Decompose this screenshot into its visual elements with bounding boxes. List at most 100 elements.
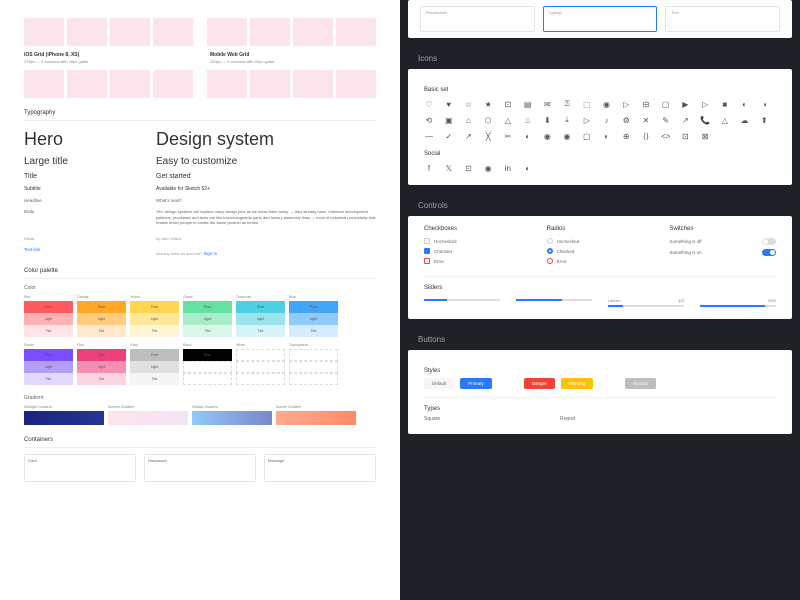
- button-warning[interactable]: Warning: [561, 378, 594, 389]
- icon-0: ♡: [424, 99, 434, 109]
- gradient-midnight-gradient: Midnight Gradient: [24, 405, 104, 425]
- grid-preview-top: [24, 18, 376, 46]
- switches-column: Switches Something is off Something is o…: [669, 226, 776, 268]
- swatch-transparent: Transparent: [289, 343, 338, 385]
- type-hero-label: Hero: [24, 129, 144, 150]
- checkbox-checked-label: Checked: [434, 249, 452, 254]
- icon-15: ■: [720, 99, 730, 109]
- left-spec-column: iOS Grid (iPhone 8, XS) 375px — 4 column…: [0, 0, 400, 600]
- icon-47: ⟨⟩: [641, 131, 651, 141]
- type-link-prompt: Already have an account?: [156, 251, 202, 256]
- slider-2[interactable]: [516, 299, 592, 301]
- button-type-round: Round: [560, 416, 575, 422]
- icon-39: ╳: [483, 131, 493, 141]
- swatch-yellow: YellowPureLightTint: [130, 295, 179, 337]
- radio-error-label: Error: [557, 259, 567, 264]
- type-large-example: Easy to customize: [156, 156, 376, 167]
- grid-label-mobile: Mobile Web Grid: [210, 52, 376, 58]
- icon-44: ▢: [582, 131, 592, 141]
- icons-heading: Icons: [400, 50, 800, 69]
- icon-29: ✕: [641, 115, 651, 125]
- checkbox-checked-icon[interactable]: [424, 248, 430, 254]
- checkboxes-column: Checkboxes Unchecked Checked Error: [424, 226, 531, 268]
- radios-heading: Radios: [547, 226, 654, 232]
- radio-unchecked-icon[interactable]: [547, 238, 553, 244]
- button-neutral[interactable]: Neutral: [625, 378, 656, 389]
- icon-grid: ♡♥☆★⊡▤✉⍰⬚◉▷⊟▢▶▷■◐◑⟲▣⌂⬡△♨⬇⤓▷♪⚙✕✎↗📞△☁⬆—✓↗╳…: [424, 99, 776, 141]
- checkboxes-heading: Checkboxes: [424, 226, 531, 232]
- icons-panel: Icons Basic set ♡♥☆★⊡▤✉⍰⬚◉▷⊟▢▶▷■◐◑⟲▣⌂⬡△♨…: [400, 50, 800, 185]
- buttons-heading: Buttons: [400, 331, 800, 350]
- type-large-label: Large title: [24, 156, 144, 167]
- slider-value-2: $259: [768, 299, 776, 303]
- icon-5: ▤: [523, 99, 533, 109]
- radios-column: Radios Unchecked Checked Error: [547, 226, 654, 268]
- icon-14: ▷: [700, 99, 710, 109]
- swatch-green: GreenPureLightTint: [183, 295, 232, 337]
- input-text[interactable]: Text: [665, 6, 780, 32]
- grid-label-ios: iOS Grid (iPhone 8, XS): [24, 52, 190, 58]
- button-default[interactable]: Default: [424, 378, 454, 389]
- icon-42: ◉: [542, 131, 552, 141]
- gradient-sunset-gradient: Sunset Gradient: [276, 405, 356, 425]
- right-spec-column: Placeholder Typing| Text Icons Basic set…: [400, 0, 800, 600]
- type-body-label: Body: [24, 209, 144, 226]
- radio-unchecked-label: Unchecked: [557, 239, 580, 244]
- switch-on-toggle[interactable]: [762, 249, 776, 256]
- icon-3: ★: [483, 99, 493, 109]
- input-placeholder[interactable]: Placeholder: [420, 6, 535, 32]
- grid-sub-ios: 375px — 4 columns with 16px gutter: [24, 59, 190, 64]
- slider-4[interactable]: [700, 305, 776, 307]
- swatch-white: White: [236, 343, 285, 385]
- icon-49: ⊡: [680, 131, 690, 141]
- swatch-gray: GrayPureLightTint: [130, 343, 179, 385]
- radio-error-icon[interactable]: [547, 258, 553, 264]
- switch-off-toggle[interactable]: [762, 238, 776, 245]
- icon-10: ▷: [621, 99, 631, 109]
- type-subtitle-example: Available for Sketch 52+: [156, 186, 376, 192]
- switches-heading: Switches: [669, 226, 776, 232]
- icon-7: ⍰: [562, 99, 572, 109]
- color-subheading: Color: [24, 285, 376, 291]
- button-danger[interactable]: Danger: [524, 378, 555, 389]
- button-primary[interactable]: Primary: [460, 378, 492, 389]
- container-card: Card: [24, 454, 136, 482]
- swatch-pink: PinkPureLightTint: [77, 343, 126, 385]
- typography-heading: Typography: [24, 110, 376, 121]
- gradient-row: Midnight GradientSunrise GradientMidday …: [24, 405, 376, 425]
- type-title-label: Title: [24, 173, 144, 180]
- button-styles-heading: Styles: [424, 368, 776, 374]
- radio-checked-icon[interactable]: [547, 248, 553, 254]
- gradient-subheading: Gradient: [24, 395, 376, 401]
- icon-8: ⬚: [582, 99, 592, 109]
- icons-basic-heading: Basic set: [424, 87, 776, 93]
- icon-37: ✓: [444, 131, 454, 141]
- icon-38: ↗: [463, 131, 473, 141]
- social-icon-3: ◉: [483, 163, 493, 173]
- icon-25: ⤓: [562, 115, 572, 125]
- icon-19: ▣: [444, 115, 454, 125]
- type-detail-example: by Alex Volkov: [156, 236, 376, 241]
- container-cards: CardDisclosureMessage: [24, 454, 376, 482]
- type-link-label[interactable]: Text link: [24, 247, 144, 256]
- container-message: Message: [264, 454, 376, 482]
- swatch-purple: PurplePureLightTint: [24, 343, 73, 385]
- button-type-square: Square: [424, 416, 440, 422]
- icon-1: ♥: [444, 99, 454, 109]
- slider-1[interactable]: [424, 299, 500, 301]
- checkbox-error-icon[interactable]: [424, 258, 430, 264]
- icons-social-heading: Social: [424, 151, 776, 157]
- social-icon-grid: f𝕏⊡◉in◐: [424, 163, 776, 173]
- sliders-heading: Sliders: [424, 285, 776, 291]
- icon-18: ⟲: [424, 115, 434, 125]
- type-headline-label: Headline: [24, 198, 144, 203]
- sign-in-link[interactable]: Sign in: [203, 251, 217, 256]
- icon-40: ✂: [503, 131, 513, 141]
- palette-heading: Color palette: [24, 268, 376, 279]
- checkbox-unchecked-icon[interactable]: [424, 238, 430, 244]
- type-hero-example: Design system: [156, 129, 376, 150]
- input-typing[interactable]: Typing|: [543, 6, 658, 32]
- icon-11: ⊟: [641, 99, 651, 109]
- radio-checked-label: Checked: [557, 249, 575, 254]
- slider-3[interactable]: [608, 305, 684, 307]
